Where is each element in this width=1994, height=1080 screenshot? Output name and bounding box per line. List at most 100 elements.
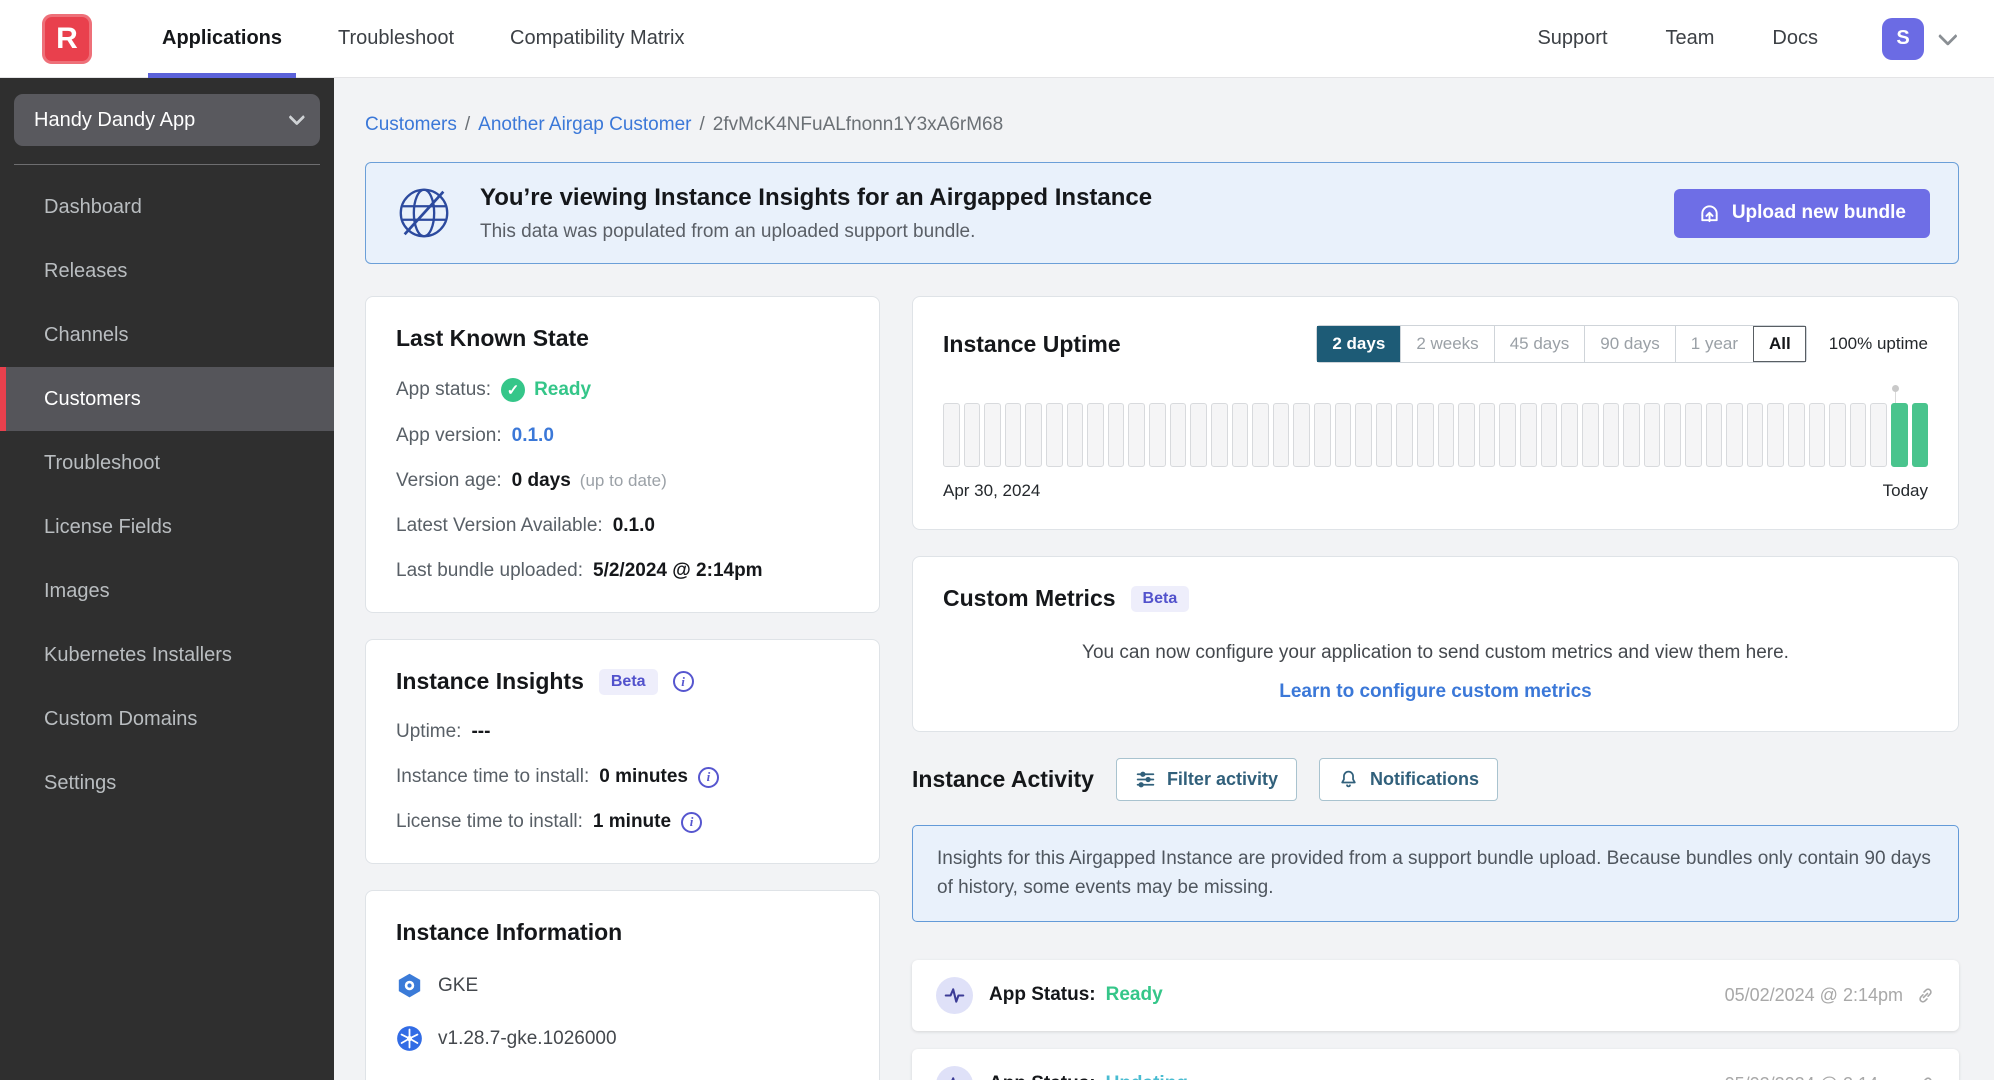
uptime-bar[interactable] [1210, 403, 1228, 467]
sidebar-item-troubleshoot[interactable]: Troubleshoot [0, 431, 334, 495]
configure-custom-metrics-link[interactable]: Learn to configure custom metrics [943, 681, 1928, 703]
uptime-bar[interactable] [1046, 403, 1063, 467]
activity-event-row[interactable]: App Status: Ready 05/02/2024 @ 2:14pm [912, 959, 1959, 1031]
app-selector-dropdown[interactable]: Handy Dandy App [14, 94, 320, 146]
sidebar-item-settings[interactable]: Settings [0, 751, 334, 815]
uptime-bar[interactable] [1664, 403, 1681, 467]
uptime-bar[interactable] [1891, 403, 1908, 467]
uptime-bar[interactable] [984, 403, 1001, 467]
uptime-bar[interactable] [963, 403, 981, 467]
event-link-icon[interactable] [1916, 1075, 1935, 1080]
state-row: Last bundle uploaded: 5/2/2024 @ 2:14pm [396, 560, 849, 582]
uptime-bar[interactable] [1087, 403, 1104, 467]
range-1-year[interactable]: 1 year [1674, 326, 1753, 362]
top-nav-item-applications[interactable]: Applications [134, 0, 310, 78]
sidebar-item-releases[interactable]: Releases [0, 239, 334, 303]
sidebar-item-images[interactable]: Images [0, 559, 334, 623]
uptime-bar[interactable] [1355, 403, 1372, 467]
instance-insights-card: Instance Insights Beta i Uptime: --- Insta… [365, 639, 880, 864]
uptime-bar[interactable] [1602, 403, 1620, 467]
account-menu[interactable]: S [1882, 17, 1958, 60]
uptime-bar[interactable] [1293, 403, 1310, 467]
uptime-bar[interactable] [1643, 403, 1661, 467]
uptime-bar[interactable] [1746, 403, 1764, 467]
top-nav-item-troubleshoot[interactable]: Troubleshoot [310, 0, 482, 78]
top-nav-item-docs[interactable]: Docs [1772, 27, 1818, 50]
range-45-days[interactable]: 45 days [1493, 326, 1585, 362]
filter-activity-button[interactable]: Filter activity [1115, 758, 1297, 801]
uptime-bar[interactable] [1684, 403, 1702, 467]
uptime-bar[interactable] [1313, 403, 1331, 467]
uptime-bar[interactable] [1128, 403, 1146, 467]
uptime-bar[interactable] [1870, 403, 1888, 467]
activity-event-row[interactable]: App Status: Updating 05/02/2024 @ 2:14pm [912, 1048, 1959, 1080]
sidebar-item-custom-domains[interactable]: Custom Domains [0, 687, 334, 751]
uptime-bar[interactable] [1478, 403, 1496, 467]
uptime-bar[interactable] [1767, 403, 1784, 467]
app-version-link[interactable]: 0.1.0 [512, 425, 554, 447]
info-icon[interactable]: i [672, 671, 694, 692]
top-nav-item-team[interactable]: Team [1666, 27, 1715, 50]
uptime-bar[interactable] [1726, 403, 1743, 467]
range-90-days[interactable]: 90 days [1584, 326, 1675, 362]
uptime-bar[interactable] [1520, 403, 1537, 467]
sidebar-item-kubernetes-installers[interactable]: Kubernetes Installers [0, 623, 334, 687]
top-nav-item-support[interactable]: Support [1537, 27, 1607, 50]
gke-icon [396, 972, 423, 999]
replicated-logo[interactable]: R [42, 13, 92, 64]
uptime-bar[interactable] [1066, 403, 1084, 467]
uptime-bar[interactable] [1004, 403, 1022, 467]
uptime-bar[interactable] [1396, 403, 1414, 467]
uptime-bar[interactable] [1499, 403, 1517, 467]
breadcrumb-current: 2fvMcK4NFuALfnonn1Y3xA6rM68 [712, 114, 1004, 135]
uptime-bar[interactable] [1787, 403, 1805, 467]
event-label: App Status: [989, 984, 1096, 1006]
uptime-bar[interactable] [1829, 403, 1846, 467]
time-range-selector: 2 days 2 weeks 45 days 90 days 1 year All [1316, 325, 1807, 363]
range-2-days[interactable]: 2 days [1317, 326, 1401, 362]
uptime-bar[interactable] [1458, 403, 1475, 467]
uptime-bar[interactable] [1272, 403, 1290, 467]
uptime-bar[interactable] [1437, 403, 1455, 467]
uptime-bar[interactable] [1334, 403, 1352, 467]
uptime-chart: Apr 30, 2024 Today [943, 385, 1929, 501]
main-content: Customers / Another Airgap Customer / 2fvMcK… [334, 78, 1994, 1080]
uptime-bar[interactable] [1540, 403, 1558, 467]
uptime-bar[interactable] [1107, 403, 1125, 467]
sidebar-item-customers[interactable]: Customers [0, 367, 334, 431]
upload-new-bundle-button[interactable]: Upload new bundle [1673, 188, 1930, 238]
uptime-bar[interactable] [1169, 403, 1187, 467]
uptime-bar[interactable] [1623, 403, 1640, 467]
sidebar-item-license-fields[interactable]: License Fields [0, 495, 334, 559]
notifications-button[interactable]: Notifications [1318, 758, 1498, 801]
uptime-bar[interactable] [943, 403, 960, 467]
uptime-bar[interactable] [1705, 403, 1723, 467]
uptime-bar[interactable] [1025, 403, 1043, 467]
breadcrumb-link[interactable]: Another Airgap Customer [478, 114, 691, 135]
event-link-icon[interactable] [1916, 986, 1935, 1005]
notifications-button-label: Notifications [1369, 769, 1479, 789]
uptime-bar[interactable] [1417, 403, 1434, 467]
uptime-bar[interactable] [1149, 403, 1166, 467]
event-status-value: Updating [1106, 1073, 1188, 1080]
chevron-down-icon[interactable] [1937, 25, 1958, 46]
range-2-weeks[interactable]: 2 weeks [1400, 326, 1493, 362]
sidebar-item-channels[interactable]: Channels [0, 303, 334, 367]
breadcrumb-link[interactable]: Customers [365, 114, 457, 135]
top-nav-item-compatibility-matrix[interactable]: Compatibility Matrix [482, 0, 712, 78]
uptime-bar[interactable] [1581, 403, 1599, 467]
sidebar-item-dashboard[interactable]: Dashboard [0, 175, 334, 239]
info-icon[interactable]: i [681, 811, 703, 833]
info-icon[interactable]: i [697, 766, 719, 788]
uptime-bar[interactable] [1190, 403, 1207, 467]
range-all[interactable]: All [1753, 326, 1806, 362]
uptime-bar[interactable] [1252, 403, 1269, 467]
uptime-bar[interactable] [1375, 403, 1393, 467]
banner-subtitle: This data was populated from an uploaded… [480, 220, 976, 242]
uptime-bar[interactable] [1849, 403, 1867, 467]
uptime-bar[interactable] [1911, 403, 1929, 467]
avatar[interactable]: S [1882, 17, 1924, 60]
uptime-bar[interactable] [1231, 403, 1249, 467]
uptime-bar[interactable] [1561, 403, 1578, 467]
uptime-bar[interactable] [1808, 403, 1826, 467]
